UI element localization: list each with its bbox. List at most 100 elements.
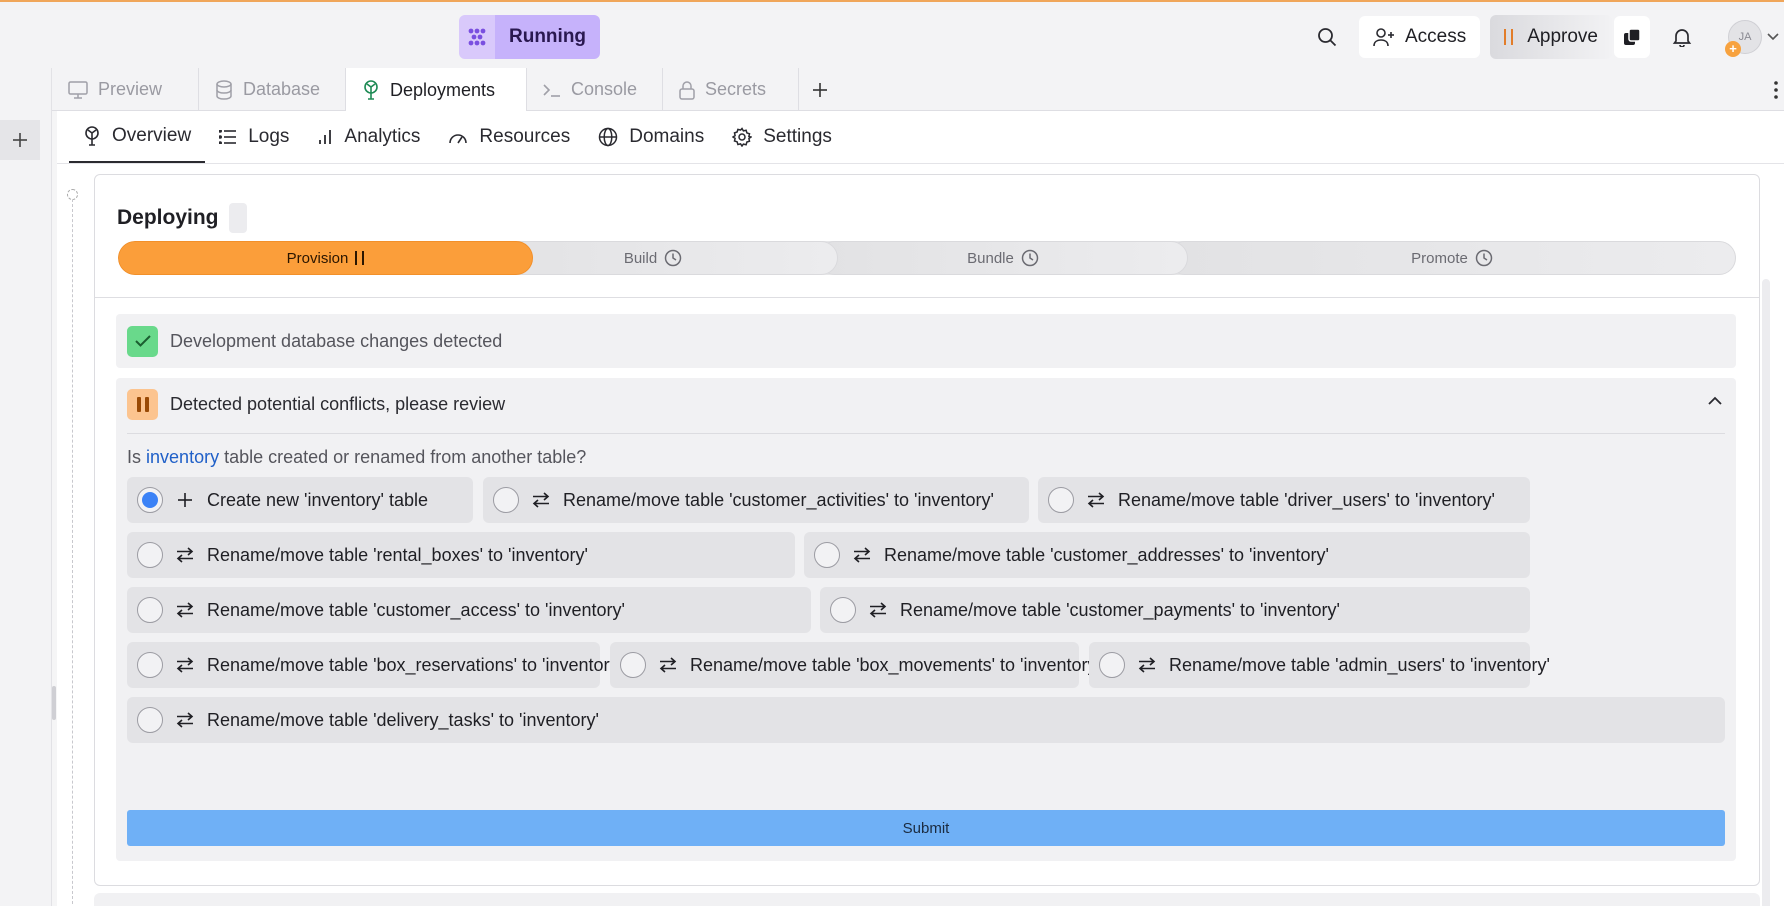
subtab-settings[interactable]: Settings: [718, 111, 846, 163]
divider: [95, 297, 1759, 298]
run-grid-icon[interactable]: [459, 15, 495, 59]
option-label: Rename/move table 'box_movements' to 'in…: [690, 654, 1100, 675]
option-rename-table[interactable]: Rename/move table 'customer_activities' …: [483, 477, 1029, 523]
resize-handle[interactable]: [52, 686, 56, 720]
swap-icon: [175, 712, 195, 728]
radio-button[interactable]: [620, 652, 646, 678]
deploy-title-text: Deploying: [117, 206, 219, 229]
conflict-header[interactable]: Detected potential conflicts, please rev…: [127, 389, 505, 420]
deployment-card: Deploying Promote Bundle Build Provision: [94, 174, 1760, 886]
approve-label: Approve: [1527, 26, 1598, 47]
radio-button[interactable]: [830, 597, 856, 623]
top-actions: Access Approve JA +: [1307, 15, 1784, 59]
tab-deployments[interactable]: Deployments: [346, 68, 527, 112]
run-control[interactable]: Running: [459, 15, 601, 59]
deploy-title: Deploying: [117, 203, 247, 233]
add-pane-button[interactable]: [0, 120, 40, 160]
step-label: Promote: [1411, 249, 1468, 267]
avatar[interactable]: JA +: [1725, 20, 1762, 57]
radio-button[interactable]: [137, 487, 163, 513]
deployments-icon: [85, 126, 99, 146]
tab-strip: Preview Database Deployments Console Sec…: [52, 68, 1784, 112]
tab-database[interactable]: Database: [199, 68, 346, 111]
conflict-question: Is inventory table created or renamed fr…: [127, 447, 586, 468]
option-rename-table[interactable]: Rename/move table 'admin_users' to 'inve…: [1089, 642, 1550, 688]
new-tab-button[interactable]: [812, 68, 828, 111]
chevron-down-icon[interactable]: [1762, 17, 1784, 57]
option-rename-table[interactable]: Rename/move table 'delivery_tasks' to 'i…: [127, 697, 1725, 743]
pause-icon: [355, 251, 365, 265]
list-icon: [219, 130, 237, 144]
radio-button[interactable]: [1048, 487, 1074, 513]
swap-icon: [868, 602, 888, 618]
swap-icon: [852, 547, 872, 563]
radio-button[interactable]: [1099, 652, 1125, 678]
tab-secrets[interactable]: Secrets: [663, 68, 799, 111]
subtab-label: Settings: [763, 126, 832, 147]
option-label: Rename/move table 'customer_access' to '…: [207, 599, 625, 620]
swap-icon: [1086, 492, 1106, 508]
monitor-icon: [68, 80, 88, 99]
left-rail: [0, 68, 52, 906]
swap-icon: [175, 657, 195, 673]
subtab-analytics[interactable]: Analytics: [303, 111, 434, 163]
main-panel: Overview Logs Analytics Resources Domain…: [57, 111, 1784, 906]
step-provision: Provision: [118, 241, 533, 275]
step-promote: Promote: [1168, 241, 1736, 275]
radio-button[interactable]: [814, 542, 840, 568]
bell-icon[interactable]: [1662, 17, 1702, 57]
tab-preview[interactable]: Preview: [52, 68, 199, 111]
option-rename-table[interactable]: Rename/move table 'customer_addresses' t…: [804, 532, 1530, 578]
copy-icon[interactable]: [1614, 16, 1650, 58]
more-options-icon[interactable]: [1774, 68, 1778, 111]
deploy-stepper: Promote Bundle Build Provision: [118, 241, 1736, 275]
radio-button[interactable]: [137, 542, 163, 568]
gear-icon: [732, 127, 753, 147]
step-label: Bundle: [967, 249, 1014, 267]
subtab-resources[interactable]: Resources: [434, 111, 584, 163]
radio-button[interactable]: [137, 597, 163, 623]
divider: [57, 163, 1784, 164]
option-rename-table[interactable]: Rename/move table 'driver_users' to 'inv…: [1038, 477, 1530, 523]
search-icon[interactable]: [1307, 17, 1347, 57]
radio-button[interactable]: [137, 707, 163, 733]
option-label: Create new 'inventory' table: [207, 489, 428, 510]
swap-icon: [175, 547, 195, 563]
option-rename-table[interactable]: Rename/move table 'rental_boxes' to 'inv…: [127, 532, 795, 578]
subtab-label: Logs: [248, 126, 290, 147]
step-label: Provision: [286, 249, 349, 267]
terminal-icon: [543, 83, 560, 97]
subtab-logs[interactable]: Logs: [205, 111, 303, 163]
add-user-icon: [1373, 28, 1394, 47]
subtab-overview[interactable]: Overview: [69, 111, 206, 163]
option-rename-table[interactable]: Rename/move table 'box_reservations' to …: [127, 642, 622, 688]
option-label: Rename/move table 'delivery_tasks' to 'i…: [207, 709, 599, 730]
divider: [127, 433, 1725, 434]
option-rename-table[interactable]: Rename/move table 'customer_access' to '…: [127, 587, 811, 633]
radio-button[interactable]: [493, 487, 519, 513]
option-rename-table[interactable]: Rename/move table 'box_movements' to 'in…: [610, 642, 1100, 688]
check-icon: [127, 325, 158, 357]
approve-button[interactable]: Approve: [1490, 15, 1612, 59]
subtab-label: Domains: [629, 126, 705, 147]
scrollbar[interactable]: [1762, 279, 1770, 906]
radio-button[interactable]: [137, 652, 163, 678]
top-bar: Running Access Approve JA +: [0, 0, 1784, 68]
subtab-domains[interactable]: Domains: [584, 111, 718, 163]
swap-icon: [658, 657, 678, 673]
run-button[interactable]: Running: [495, 15, 601, 59]
option-create-table[interactable]: Create new 'inventory' table: [127, 477, 473, 523]
pause-icon: [1504, 29, 1514, 45]
option-label: Rename/move table 'customer_payments' to…: [900, 599, 1340, 620]
subtab-label: Resources: [479, 126, 571, 147]
tab-label: Database: [243, 79, 321, 99]
plus-icon: [813, 82, 827, 97]
tab-console[interactable]: Console: [527, 68, 663, 111]
access-button[interactable]: Access: [1358, 16, 1481, 58]
next-card: [94, 893, 1760, 906]
submit-button[interactable]: Submit: [127, 810, 1725, 846]
lock-icon: [679, 80, 695, 100]
chevron-up-icon[interactable]: [1708, 392, 1722, 410]
option-rename-table[interactable]: Rename/move table 'customer_payments' to…: [820, 587, 1530, 633]
access-label: Access: [1404, 26, 1467, 47]
